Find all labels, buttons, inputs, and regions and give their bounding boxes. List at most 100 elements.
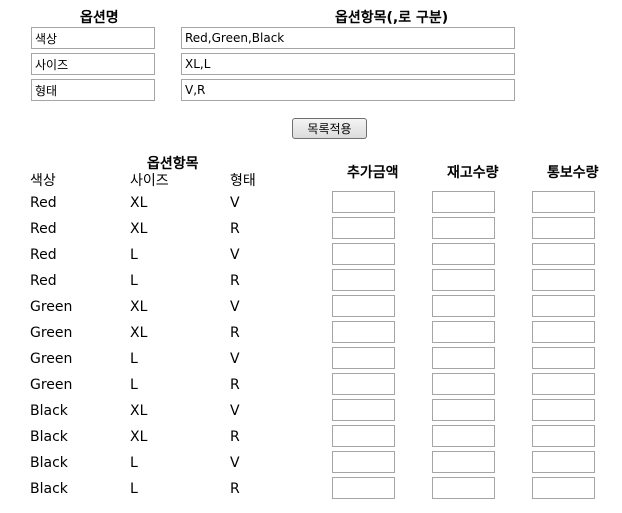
option-items-input-2[interactable]	[181, 53, 515, 75]
notify-quantity-input[interactable]	[532, 217, 595, 239]
row-color: Red	[30, 195, 57, 211]
row-shape: R	[230, 429, 240, 445]
row-size: XL	[130, 325, 148, 341]
stock-quantity-input[interactable]	[432, 295, 495, 317]
table-row: Green XL V	[0, 294, 622, 320]
row-size: XL	[130, 299, 148, 315]
stock-quantity-input[interactable]	[432, 321, 495, 343]
extra-price-input[interactable]	[332, 295, 395, 317]
stock-quantity-input[interactable]	[432, 243, 495, 265]
row-color: Green	[30, 377, 73, 393]
column-header-extra-price: 추가금액	[347, 165, 399, 181]
table-row: Black L R	[0, 476, 622, 502]
notify-quantity-input[interactable]	[532, 295, 595, 317]
extra-price-input[interactable]	[332, 373, 395, 395]
row-shape: R	[230, 377, 240, 393]
row-color: Red	[30, 221, 57, 237]
stock-quantity-input[interactable]	[432, 217, 495, 239]
row-color: Black	[30, 455, 68, 471]
table-row: Red L R	[0, 268, 622, 294]
extra-price-input[interactable]	[332, 269, 395, 291]
extra-price-input[interactable]	[332, 425, 395, 447]
table-row: Green L V	[0, 346, 622, 372]
table-row: Black L V	[0, 450, 622, 476]
notify-quantity-input[interactable]	[532, 321, 595, 343]
row-shape: V	[230, 195, 240, 211]
table-row: Black XL R	[0, 424, 622, 450]
notify-quantity-input[interactable]	[532, 373, 595, 395]
stock-quantity-input[interactable]	[432, 399, 495, 421]
row-shape: R	[230, 273, 240, 289]
notify-quantity-input[interactable]	[532, 243, 595, 265]
row-size: XL	[130, 429, 148, 445]
row-size: L	[130, 377, 138, 393]
row-color: Red	[30, 247, 57, 263]
row-size: L	[130, 481, 138, 497]
row-size: L	[130, 455, 138, 471]
extra-price-input[interactable]	[332, 321, 395, 343]
row-shape: R	[230, 325, 240, 341]
table-row: Red XL V	[0, 190, 622, 216]
row-color: Black	[30, 481, 68, 497]
extra-price-input[interactable]	[332, 477, 395, 499]
column-header-notify: 통보수량	[547, 165, 599, 181]
column-header-size: 사이즈	[130, 173, 169, 189]
row-shape: V	[230, 299, 240, 315]
extra-price-input[interactable]	[332, 399, 395, 421]
extra-price-input[interactable]	[332, 217, 395, 239]
row-size: L	[130, 273, 138, 289]
option-name-header: 옵션명	[80, 10, 119, 26]
stock-quantity-input[interactable]	[432, 451, 495, 473]
option-name-input-1[interactable]	[31, 27, 155, 49]
table-row: Red L V	[0, 242, 622, 268]
stock-quantity-input[interactable]	[432, 477, 495, 499]
row-size: L	[130, 247, 138, 263]
row-color: Red	[30, 273, 57, 289]
notify-quantity-input[interactable]	[532, 269, 595, 291]
table-row: Black XL V	[0, 398, 622, 424]
table-row: Green L R	[0, 372, 622, 398]
notify-quantity-input[interactable]	[532, 477, 595, 499]
extra-price-input[interactable]	[332, 451, 395, 473]
row-shape: V	[230, 403, 240, 419]
notify-quantity-input[interactable]	[532, 425, 595, 447]
row-size: XL	[130, 403, 148, 419]
row-shape: R	[230, 221, 240, 237]
notify-quantity-input[interactable]	[532, 451, 595, 473]
stock-quantity-input[interactable]	[432, 191, 495, 213]
notify-quantity-input[interactable]	[532, 347, 595, 369]
option-name-input-2[interactable]	[31, 53, 155, 75]
option-name-input-3[interactable]	[31, 79, 155, 101]
option-items-input-3[interactable]	[181, 79, 515, 101]
option-items-header: 옵션항목(,로 구분)	[335, 10, 449, 26]
stock-quantity-input[interactable]	[432, 425, 495, 447]
row-shape: V	[230, 351, 240, 367]
row-color: Green	[30, 351, 73, 367]
row-size: XL	[130, 195, 148, 211]
column-header-color: 색상	[30, 173, 56, 189]
row-color: Green	[30, 299, 73, 315]
row-size: L	[130, 351, 138, 367]
stock-quantity-input[interactable]	[432, 347, 495, 369]
column-header-shape: 형태	[230, 173, 256, 189]
table-row: Red XL R	[0, 216, 622, 242]
extra-price-input[interactable]	[332, 243, 395, 265]
notify-quantity-input[interactable]	[532, 191, 595, 213]
stock-quantity-input[interactable]	[432, 373, 495, 395]
row-color: Green	[30, 325, 73, 341]
row-shape: R	[230, 481, 240, 497]
row-shape: V	[230, 455, 240, 471]
extra-price-input[interactable]	[332, 347, 395, 369]
option-items-group-header: 옵션항목	[147, 156, 199, 172]
option-items-input-1[interactable]	[181, 27, 515, 49]
table-row: Green XL R	[0, 320, 622, 346]
row-size: XL	[130, 221, 148, 237]
row-color: Black	[30, 429, 68, 445]
column-header-stock: 재고수량	[447, 165, 499, 181]
row-color: Black	[30, 403, 68, 419]
notify-quantity-input[interactable]	[532, 399, 595, 421]
extra-price-input[interactable]	[332, 191, 395, 213]
apply-list-button[interactable]: 목록적용	[292, 118, 367, 139]
row-shape: V	[230, 247, 240, 263]
stock-quantity-input[interactable]	[432, 269, 495, 291]
